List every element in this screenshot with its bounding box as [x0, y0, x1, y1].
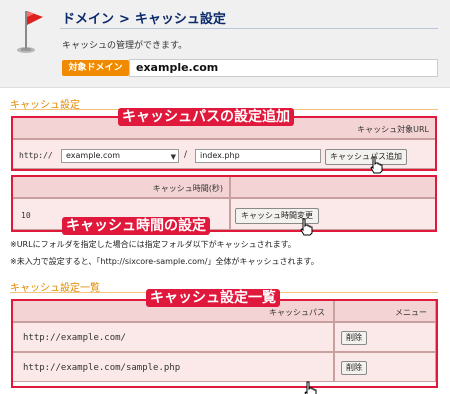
red-flag-icon [17, 11, 43, 53]
cache-path-text: http://example.com/sample.php [23, 363, 181, 373]
breadcrumb-current: キャッシュ設定 [134, 12, 226, 27]
annotation-label-list: キャッシュ設定一覧 [146, 289, 280, 307]
cache-time-action-cell: キャッシュ時間変更 [230, 198, 436, 230]
path-slash: / [184, 150, 188, 160]
breadcrumb-separator: > [119, 12, 130, 27]
cache-time-value: 10 [21, 211, 31, 220]
cache-path-text: http://example.com/ [23, 333, 126, 343]
hand-cursor-icon [300, 218, 313, 236]
cache-time-header: キャッシュ時間(秒) [12, 176, 230, 198]
cache-time-header-blank [230, 176, 436, 198]
chevron-down-icon: ▼ [170, 153, 176, 161]
table-row-menu: 削除 [334, 322, 436, 352]
table-row: http://example.com/sample.php [12, 352, 334, 382]
cache-time-header-label: キャッシュ時間(秒) [152, 184, 223, 193]
hand-cursor-icon [370, 156, 383, 174]
cache-list-header-path-label: キャッシュパス [269, 308, 325, 317]
http-prefix: http:// [19, 151, 53, 160]
cache-list-header-menu: メニュー [334, 300, 436, 322]
note-folder: ※URLにフォルダを指定した場合には指定フォルダ以下がキャッシュされます。 [10, 240, 296, 249]
table-row: http://example.com/ [12, 322, 334, 352]
cache-path-input[interactable]: index.php [195, 149, 321, 163]
breadcrumb-domain-link[interactable]: ドメイン [62, 12, 114, 27]
page-description: キャッシュの管理ができます。 [62, 41, 188, 51]
domain-select[interactable]: example.com ▼ [61, 149, 179, 163]
target-domain-value: example.com [129, 59, 438, 77]
add-cache-path-button[interactable]: キャッシュパス追加 [325, 149, 407, 165]
header-divider [60, 28, 438, 29]
table-row-menu: 削除 [334, 352, 436, 382]
hand-cursor-icon [304, 381, 317, 394]
target-domain-badge: 対象ドメイン [62, 60, 129, 76]
cache-path-header-label: キャッシュ対象URL [357, 125, 429, 134]
note-empty: ※未入力で設定すると、「http://sixcore-sample.com/」全… [10, 257, 319, 266]
page-header: ドメイン > キャッシュ設定 キャッシュの管理ができます。 対象ドメイン examp… [0, 0, 450, 88]
cache-list-header-menu-label: メニュー [395, 308, 427, 317]
annotation-label-path: キャッシュパスの設定追加 [118, 108, 294, 126]
delete-button[interactable]: 削除 [341, 331, 367, 345]
annotation-label-time: キャッシュ時間の設定 [62, 217, 210, 235]
delete-button[interactable]: 削除 [341, 361, 367, 375]
domain-select-value: example.com [66, 151, 121, 160]
breadcrumb: ドメイン > キャッシュ設定 [62, 8, 226, 27]
